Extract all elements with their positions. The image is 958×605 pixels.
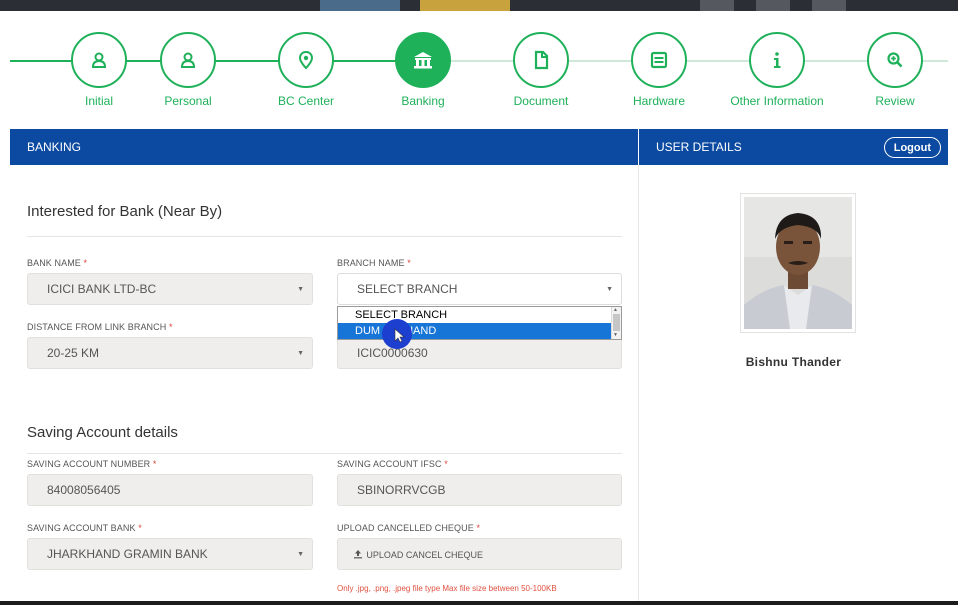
section-title-saving-account: Saving Account details — [27, 424, 178, 441]
step-circle — [278, 32, 334, 88]
hardware-icon — [650, 51, 668, 69]
chevron-down-icon: ▼ — [297, 551, 304, 558]
user-details-header: USER DETAILS Logout — [639, 129, 948, 165]
step-label: Review — [875, 94, 915, 108]
step-label: Hardware — [632, 94, 686, 108]
step-circle — [71, 32, 127, 88]
saving-account-bank-value: JHARKHAND GRAMIN BANK — [47, 547, 208, 561]
saving-ifsc-label: SAVING ACCOUNT IFSC * — [337, 459, 448, 469]
section-divider — [27, 236, 622, 237]
banner-fragment — [420, 0, 510, 11]
step-bc-center[interactable]: BC Center — [246, 32, 366, 109]
user-name: Bishnu Thander — [745, 355, 842, 369]
ifsc-code-field[interactable]: ICIC0000630 — [337, 337, 622, 369]
upload-cheque-text: UPLOAD CANCEL CHEQUE — [366, 550, 484, 560]
user-icon — [91, 52, 107, 68]
step-label: Other Information — [730, 94, 824, 108]
upload-note: Only .jpg, .png, .jpeg file type Max fil… — [337, 584, 557, 593]
step-document[interactable]: Document — [481, 32, 601, 109]
saving-account-bank-select[interactable]: JHARKHAND GRAMIN BANK ▼ — [27, 538, 313, 570]
bottom-edge-bar — [0, 601, 958, 605]
distance-value: 20-25 KM — [47, 346, 100, 360]
chevron-down-icon: ▼ — [297, 286, 304, 293]
browser-top-strip — [0, 0, 958, 11]
branch-name-select[interactable]: SELECT BRANCH ▼ — [337, 273, 622, 305]
scrollbar-thumb[interactable] — [613, 314, 620, 331]
chevron-down-icon: ▼ — [297, 350, 304, 357]
user-portrait-image — [744, 197, 852, 329]
dropdown-scrollbar[interactable]: ▲ ▼ — [611, 307, 621, 339]
step-label: BC Center — [277, 94, 335, 108]
banking-panel-header: BANKING — [10, 129, 638, 165]
saving-ifsc-field[interactable]: SBINORRVCGB — [337, 474, 622, 506]
banner-fragment — [320, 0, 400, 11]
step-label: Personal — [164, 94, 212, 108]
page-right-edge — [948, 11, 958, 601]
logout-button[interactable]: Logout — [883, 137, 941, 158]
banner-fragment — [812, 0, 846, 11]
section-title-interested-bank: Interested for Bank (Near By) — [27, 203, 223, 220]
saving-ifsc-value: SBINORRVCGB — [357, 483, 446, 497]
progress-stepper: Initial Personal BC Center Banking Docum — [10, 11, 948, 129]
document-icon — [534, 50, 549, 70]
panel-divider — [638, 165, 639, 601]
banner-fragment — [756, 0, 790, 11]
step-circle — [513, 32, 569, 88]
step-circle — [749, 32, 805, 88]
upload-cheque-label: UPLOAD CANCELLED CHEQUE * — [337, 523, 481, 533]
distance-select[interactable]: 20-25 KM ▼ — [27, 337, 313, 369]
banner-fragment — [700, 0, 734, 11]
bank-name-value: ICICI BANK LTD-BC — [47, 282, 157, 296]
user-details-title: USER DETAILS — [656, 140, 742, 154]
cursor-highlight — [382, 319, 412, 349]
bank-icon — [414, 52, 432, 69]
branch-name-label: BRANCH NAME * — [337, 258, 411, 268]
step-banking[interactable]: Banking — [363, 32, 483, 109]
mouse-pointer-icon — [394, 328, 405, 343]
saving-account-bank-label: SAVING ACCOUNT BANK * — [27, 523, 142, 533]
dropdown-option[interactable]: SELECT BRANCH — [338, 307, 612, 323]
step-label: Document — [513, 94, 569, 108]
step-other-information[interactable]: Other Information — [717, 32, 837, 109]
upload-cheque-button[interactable]: UPLOAD CANCEL CHEQUE — [337, 538, 622, 570]
distance-label: DISTANCE FROM LINK BRANCH * — [27, 322, 173, 332]
step-hardware[interactable]: Hardware — [599, 32, 719, 109]
chevron-down-icon: ▼ — [606, 286, 613, 293]
step-label: Banking — [401, 94, 445, 108]
scroll-down-icon[interactable]: ▼ — [613, 332, 618, 338]
step-personal[interactable]: Personal — [128, 32, 248, 109]
saving-account-number-value: 84008056405 — [47, 483, 121, 497]
dropdown-option-selected[interactable]: DUM ARKHAND — [338, 323, 612, 339]
section-divider — [27, 453, 622, 454]
location-pin-icon — [298, 50, 314, 70]
step-review[interactable]: Review — [835, 32, 948, 109]
info-icon — [774, 52, 781, 68]
bank-name-label: BANK NAME * — [27, 258, 88, 268]
upload-icon — [354, 550, 362, 559]
scroll-up-icon[interactable]: ▲ — [613, 307, 618, 313]
saving-account-number-label: SAVING ACCOUNT NUMBER * — [27, 459, 157, 469]
branch-dropdown-list[interactable]: SELECT BRANCH DUM ARKHAND ▲ ▼ — [337, 306, 622, 340]
step-circle — [160, 32, 216, 88]
registration-page: Initial Personal BC Center Banking Docum — [10, 11, 948, 601]
branch-name-value: SELECT BRANCH — [357, 282, 458, 296]
step-circle — [395, 32, 451, 88]
step-circle — [631, 32, 687, 88]
user-photo — [740, 193, 856, 333]
step-circle — [867, 32, 923, 88]
user-icon — [180, 52, 196, 68]
zoom-in-icon — [887, 52, 903, 68]
bank-name-select[interactable]: ICICI BANK LTD-BC ▼ — [27, 273, 313, 305]
saving-account-number-field[interactable]: 84008056405 — [27, 474, 313, 506]
